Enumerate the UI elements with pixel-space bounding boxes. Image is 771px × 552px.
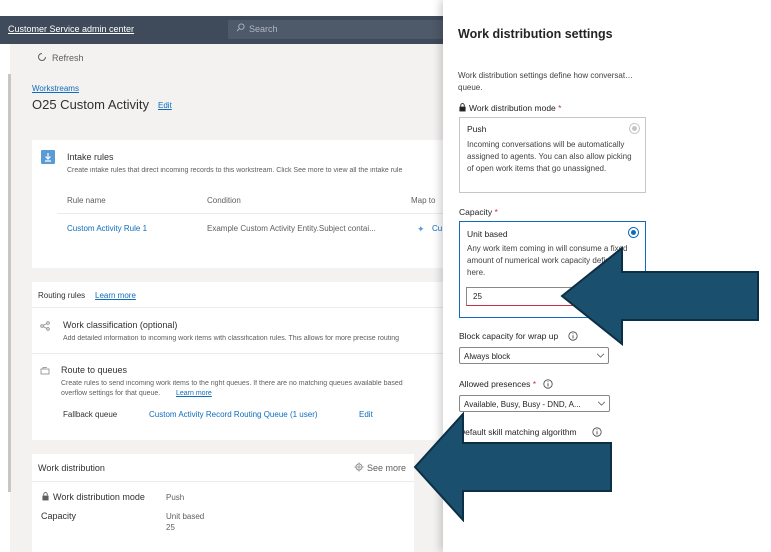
refresh-button[interactable]: Refresh xyxy=(52,53,84,63)
see-more-button[interactable]: See more xyxy=(367,463,406,473)
push-option-title: Push xyxy=(467,124,487,134)
route-to-queues-description: Create rules to send incoming work items… xyxy=(61,380,403,387)
search-icon xyxy=(236,23,245,32)
block-capacity-value: Always block xyxy=(464,352,511,361)
wd-mode-label: Work distribution mode xyxy=(53,492,145,502)
push-radio[interactable] xyxy=(629,123,640,134)
route-to-queues-description-2: overflow settings for that queue. xyxy=(61,390,161,397)
column-header-rule-name: Rule name xyxy=(67,196,106,205)
gear-icon[interactable] xyxy=(354,462,364,472)
share-icon xyxy=(40,321,50,331)
refresh-icon[interactable] xyxy=(37,52,47,62)
mode-label-text: Work distribution mode xyxy=(469,103,556,113)
queue-icon xyxy=(40,367,50,375)
queue-icon: ✦ xyxy=(417,224,425,234)
wd-mode-value: Push xyxy=(166,493,185,502)
fallback-edit-link[interactable]: Edit xyxy=(359,410,373,419)
routing-learn-more-link[interactable]: Learn more xyxy=(95,291,136,300)
capacity-label: Capacity * xyxy=(459,207,498,217)
table-row-rule-name[interactable]: Custom Activity Rule 1 xyxy=(67,224,147,233)
chevron-down-icon xyxy=(596,353,605,358)
column-header-condition: Condition xyxy=(207,196,241,205)
chevron-down-icon xyxy=(597,401,606,406)
download-icon xyxy=(41,150,55,164)
required-mark: * xyxy=(494,207,498,217)
work-classification-description: Add detailed information to incoming wor… xyxy=(63,335,400,342)
lock-icon xyxy=(459,103,466,112)
divider xyxy=(57,213,443,214)
allowed-presences-label-text: Allowed presences xyxy=(459,379,531,389)
divider xyxy=(32,353,443,354)
app-title-link[interactable]: Customer Service admin center xyxy=(8,24,134,34)
wd-capacity-value: Unit based xyxy=(166,512,205,521)
unit-based-radio-dot xyxy=(631,230,636,235)
routing-rules-title: Routing rules xyxy=(38,291,86,300)
push-radio-dot xyxy=(632,126,637,131)
required-mark: * xyxy=(532,379,537,389)
allowed-presences-label: Allowed presences * xyxy=(459,379,536,389)
divider xyxy=(32,307,443,308)
unit-based-radio[interactable] xyxy=(628,227,639,238)
fallback-queue-link[interactable]: Custom Activity Record Routing Queue (1 … xyxy=(149,410,318,419)
edit-title-link[interactable]: Edit xyxy=(158,101,172,110)
wd-capacity-label: Capacity xyxy=(41,511,77,521)
table-row-condition: Example Custom Activity Entity.Subject c… xyxy=(207,224,376,233)
intake-rules-title: Intake rules xyxy=(67,152,114,162)
panel-title: Work distribution settings xyxy=(458,27,613,41)
queues-learn-more-link[interactable]: Learn more xyxy=(176,390,212,397)
block-capacity-label: Block capacity for wrap up xyxy=(459,331,559,341)
table-row-map-to[interactable]: Cu xyxy=(432,224,442,233)
search-placeholder: Search xyxy=(249,24,278,34)
panel-description: Work distribution settings define how co… xyxy=(458,71,634,92)
breadcrumb[interactable]: Workstreams xyxy=(32,84,79,93)
allowed-presences-value: Available, Busy, Busy - DND, A... xyxy=(464,400,581,409)
required-mark: * xyxy=(558,103,562,113)
divider xyxy=(32,481,414,482)
info-icon[interactable] xyxy=(543,379,553,389)
fallback-queue-label: Fallback queue xyxy=(63,410,118,419)
column-header-map-to: Map to xyxy=(411,196,436,205)
capacity-input-value: 25 xyxy=(473,292,482,301)
route-to-queues-title: Route to queues xyxy=(61,365,128,375)
capacity-label-text: Capacity xyxy=(459,207,493,217)
mode-label: Work distribution mode * xyxy=(469,103,561,113)
unit-based-option-title: Unit based xyxy=(467,229,508,239)
push-option-description: Incoming conversations will be automatic… xyxy=(467,140,632,173)
lock-icon xyxy=(42,492,49,501)
page-title: O25 Custom Activity xyxy=(32,97,150,112)
work-classification-title: Work classification (optional) xyxy=(63,320,178,330)
annotation-arrow xyxy=(560,246,759,346)
scrollbar[interactable] xyxy=(8,74,11,492)
work-distribution-title: Work distribution xyxy=(38,463,105,473)
wd-capacity-number: 25 xyxy=(166,523,175,532)
annotation-arrow xyxy=(413,412,612,522)
intake-rules-description: Create intake rules that direct incoming… xyxy=(67,167,403,174)
